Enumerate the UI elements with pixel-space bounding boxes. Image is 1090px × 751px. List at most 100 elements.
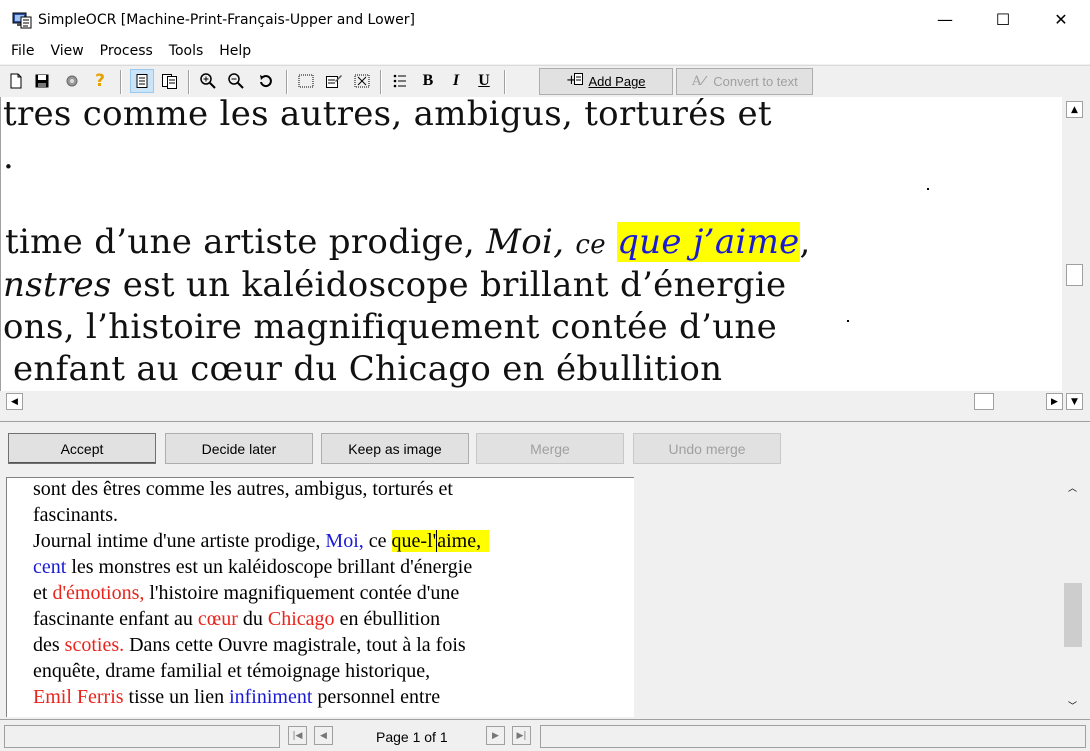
scroll-thumb[interactable]	[1064, 583, 1082, 647]
status-message-box	[4, 725, 280, 748]
ocr-line-4: cent les monstres est un kaléidoscope br…	[33, 554, 472, 580]
scan-icon[interactable]	[60, 69, 84, 93]
keep-as-image-button[interactable]: Keep as image	[321, 433, 469, 464]
scan-highlighted-word: que j’aime	[617, 222, 800, 262]
ocr-text-editor[interactable]: sont des êtres comme les autres, ambigus…	[6, 477, 634, 717]
toolbar-separator	[380, 70, 382, 94]
scroll-thumb[interactable]	[1066, 264, 1083, 286]
ocr-text: aime,	[437, 530, 482, 552]
ocr-line-7: des scoties. Dans cette Ouvre magistrale…	[33, 632, 466, 658]
toolbar-separator	[504, 70, 506, 94]
single-page-view-icon[interactable]	[130, 69, 154, 93]
decide-later-label: Decide later	[201, 440, 277, 457]
ocr-text: Dans cette Ouvre magistrale, tout à la f…	[124, 634, 466, 656]
scan-italic-word: nstres	[3, 265, 112, 305]
scroll-up-icon[interactable]: ︿	[1064, 479, 1081, 496]
last-page-button[interactable]: ▶|	[512, 726, 531, 745]
close-icon: ✕	[1054, 10, 1068, 29]
page-indicator: Page 1 of 1	[376, 729, 448, 745]
rotate-icon[interactable]	[254, 69, 278, 93]
next-page-button[interactable]: ▶	[486, 726, 505, 745]
help-icon[interactable]: ?	[88, 69, 112, 93]
action-button-row: Accept Decide later Keep as image Merge …	[0, 421, 1090, 476]
app-icon	[12, 11, 32, 29]
edit-region-icon[interactable]	[322, 69, 346, 93]
add-page-button[interactable]: + Add Page	[539, 68, 673, 95]
suspect-word-red: d'émotions,	[52, 582, 145, 604]
multi-page-view-icon[interactable]	[158, 69, 182, 93]
new-document-icon[interactable]	[4, 69, 28, 93]
ocr-text: ce	[363, 530, 392, 552]
menu-help[interactable]: Help	[211, 39, 259, 64]
zoom-out-icon[interactable]	[224, 69, 248, 93]
close-button[interactable]: ✕	[1032, 0, 1090, 39]
current-word-highlight: que-l'aime,	[391, 530, 490, 552]
suspect-word-red: scoties.	[64, 634, 125, 656]
menu-file[interactable]: File	[3, 39, 42, 64]
delete-region-icon[interactable]	[350, 69, 374, 93]
ocr-line-9: Emil Ferris tisse un lien infiniment per…	[33, 684, 440, 710]
previous-page-button[interactable]: ◀	[314, 726, 333, 745]
toolbar-separator	[188, 70, 190, 94]
convert-to-text-button[interactable]: A Convert to text	[676, 68, 813, 95]
bullet-list-icon[interactable]	[388, 69, 412, 93]
underline-icon[interactable]: U	[472, 69, 496, 93]
maximize-button[interactable]: ☐	[974, 0, 1032, 39]
first-page-button[interactable]: |◀	[288, 726, 307, 745]
scroll-thumb[interactable]	[974, 393, 994, 410]
select-region-icon[interactable]	[294, 69, 318, 93]
scan-line-1: tres comme les autres, ambigus, torturés…	[3, 97, 772, 134]
merge-label: Merge	[530, 440, 570, 457]
title-bar: SimpleOCR [Machine-Print-Français-Upper …	[0, 0, 1090, 39]
scan-italic-moi: Moi,	[486, 222, 565, 262]
menu-view[interactable]: View	[42, 39, 91, 64]
text-vertical-scrollbar[interactable]: ︿ ﹀	[1062, 477, 1090, 717]
undo-merge-button[interactable]: Undo merge	[633, 433, 781, 464]
minimize-button[interactable]: —	[916, 0, 974, 39]
keep-as-image-label: Keep as image	[348, 440, 442, 457]
ocr-text: les monstres est un kaléidoscope brillan…	[66, 556, 473, 578]
undo-merge-label: Undo merge	[668, 440, 746, 457]
scroll-right-icon[interactable]: ▶	[1046, 393, 1063, 410]
menu-process[interactable]: Process	[92, 39, 161, 64]
ocr-text: personnel entre	[312, 686, 441, 708]
status-bar: |◀ ◀ Page 1 of 1 ▶ ▶|	[0, 719, 1090, 751]
suspect-word-red: Emil Ferris	[33, 686, 124, 708]
scroll-up-icon[interactable]: ▲	[1066, 101, 1083, 118]
scan-italic-ce: ce	[575, 230, 606, 260]
scan-speck	[847, 320, 849, 322]
scroll-down-icon[interactable]: ﹀	[1064, 697, 1081, 714]
accept-button[interactable]: Accept	[8, 433, 156, 464]
ocr-text: et	[33, 582, 53, 604]
zoom-in-icon[interactable]	[196, 69, 220, 93]
ocr-text: tisse un lien	[123, 686, 230, 708]
ocr-text: du	[237, 608, 268, 630]
scan-comma: ,	[799, 222, 811, 262]
svg-text:A: A	[691, 74, 702, 88]
toolbar-separator	[120, 70, 122, 94]
convert-icon: A	[691, 72, 709, 91]
convert-label: Convert to text	[713, 74, 798, 89]
image-horizontal-scrollbar[interactable]: ◀ ▶ ▼	[0, 391, 1090, 412]
decide-later-button[interactable]: Decide later	[165, 433, 313, 464]
image-vertical-scrollbar[interactable]: ▲	[1062, 97, 1090, 393]
window-title: SimpleOCR [Machine-Print-Français-Upper …	[38, 11, 415, 28]
ocr-text: des	[33, 634, 65, 656]
suspect-word-blue: Moi,	[325, 530, 364, 552]
ocr-line-6: fascinante enfant au cœur du Chicago en …	[33, 606, 440, 632]
italic-icon[interactable]: I	[444, 69, 468, 93]
ocr-text: fascinante enfant au	[33, 608, 198, 630]
scanned-image-pane[interactable]: tres comme les autres, ambigus, torturés…	[0, 97, 1062, 391]
ocr-text: en ébullition	[334, 608, 441, 630]
merge-button[interactable]: Merge	[476, 433, 624, 464]
menu-tools[interactable]: Tools	[161, 39, 212, 64]
save-icon[interactable]	[30, 69, 54, 93]
accept-label: Accept	[60, 440, 104, 457]
simpleocr-window: SimpleOCR [Machine-Print-Français-Upper …	[0, 0, 1090, 751]
scroll-left-icon[interactable]: ◀	[6, 393, 23, 410]
scroll-down-icon[interactable]: ▼	[1066, 393, 1083, 410]
bold-icon[interactable]: B	[416, 69, 440, 93]
scan-line-5: ons, l’histoire magnifiquement contée d’…	[3, 307, 778, 347]
scan-text: est un kaléidoscope brillant d’énergie	[111, 265, 787, 305]
ocr-line-5: et d'émotions, l'histoire magnifiquement…	[33, 580, 459, 606]
